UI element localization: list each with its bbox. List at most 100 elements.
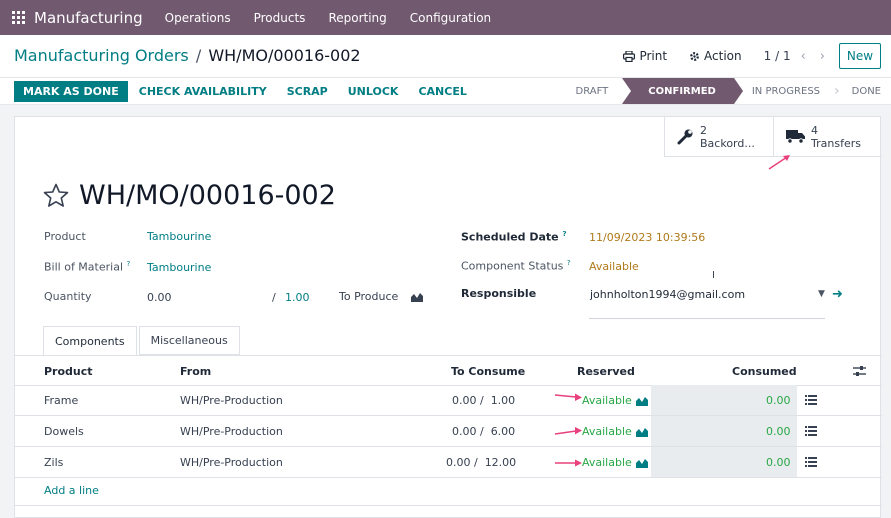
row-product[interactable]: Zils: [44, 456, 63, 469]
apps-grid-icon[interactable]: [12, 11, 25, 24]
forecast-chart-icon[interactable]: [635, 427, 648, 437]
action-buttons: MARK AS DONE CHECK AVAILABILITY SCRAP UN…: [14, 81, 476, 102]
column-from[interactable]: From: [180, 365, 211, 378]
row-reserved-text: Available: [582, 394, 632, 407]
forecast-chart-icon[interactable]: [411, 292, 423, 302]
help-icon: ?: [566, 259, 571, 267]
new-button[interactable]: New: [839, 43, 881, 69]
control-panel-right: Print Action 1 / 1 ‹ › New: [623, 43, 881, 69]
bom-value[interactable]: Tambourine: [147, 261, 211, 274]
menu-reporting[interactable]: Reporting: [328, 11, 386, 25]
row-product[interactable]: Frame: [44, 394, 78, 407]
backorders-smart-button[interactable]: 2 Backord...: [664, 117, 773, 157]
app-name[interactable]: Manufacturing: [34, 9, 143, 27]
breadcrumb: Manufacturing Orders / WH/MO/00016-002: [14, 46, 361, 65]
action-label: Action: [704, 49, 742, 63]
row-from[interactable]: WH/Pre-Production: [180, 425, 283, 438]
text-cursor-icon: I: [712, 270, 715, 281]
row-to-consume[interactable]: 0.00 / 6.00: [452, 425, 515, 438]
transfers-count: 4: [811, 123, 818, 137]
table-row[interactable]: Zils WH/Pre-Production 0.00 / 12.00 Avai…: [15, 447, 882, 478]
table-bottom-divider: [15, 505, 882, 506]
stage-in-progress[interactable]: IN PROGRESS: [734, 78, 834, 104]
breadcrumb-separator: /: [195, 46, 202, 65]
table-row[interactable]: Frame WH/Pre-Production 0.00 / 1.00 Avai…: [15, 385, 882, 416]
transfers-label: Transfers: [811, 136, 861, 150]
row-consumed[interactable]: 0.00: [766, 394, 791, 407]
product-value[interactable]: Tambourine: [147, 230, 211, 243]
top-navbar: Manufacturing Operations Products Report…: [0, 0, 891, 35]
dropdown-caret-icon[interactable]: ▼: [818, 289, 825, 299]
unlock-button[interactable]: UNLOCK: [348, 85, 399, 98]
quantity-separator: /: [272, 291, 276, 304]
row-to-consume[interactable]: 0.00 / 1.00: [452, 394, 515, 407]
row-consumed[interactable]: 0.00: [766, 425, 791, 438]
top-menu: Operations Products Reporting Configurat…: [165, 11, 515, 25]
internal-link-arrow-icon[interactable]: ➜: [832, 287, 843, 302]
pager-value[interactable]: 1 / 1: [764, 49, 791, 63]
optional-columns-icon[interactable]: [853, 365, 866, 377]
component-status-label-text: Component Status: [461, 259, 564, 273]
quantity-label: Quantity: [44, 290, 92, 303]
stage-draft[interactable]: DRAFT: [562, 78, 623, 104]
bom-label: Bill of Material ?: [44, 260, 130, 274]
row-from[interactable]: WH/Pre-Production: [180, 456, 283, 469]
column-to-consume[interactable]: To Consume: [451, 365, 525, 378]
form-sheet: 2 Backord... 4 Transfers WH/MO/00016-002…: [14, 116, 882, 518]
forecast-chart-icon[interactable]: [635, 458, 648, 468]
list-details-icon[interactable]: [805, 426, 817, 436]
tab-components[interactable]: Components: [43, 326, 137, 355]
responsible-value[interactable]: johnholton1994@gmail.com: [590, 288, 745, 301]
row-product[interactable]: Dowels: [44, 425, 84, 438]
row-reserved: Available: [582, 456, 648, 469]
add-a-line-link[interactable]: Add a line: [44, 484, 99, 497]
column-consumed[interactable]: Consumed: [732, 365, 797, 378]
stage-done[interactable]: DONE: [840, 78, 891, 104]
to-produce-label: To Produce: [339, 290, 399, 303]
bom-label-text: Bill of Material: [44, 260, 123, 274]
annotation-arrow-icon: [768, 155, 790, 170]
quantity-value[interactable]: 0.00: [147, 291, 172, 304]
column-product[interactable]: Product: [44, 365, 93, 378]
forecast-chart-icon[interactable]: [635, 396, 648, 406]
menu-configuration[interactable]: Configuration: [410, 11, 491, 25]
tab-miscellaneous[interactable]: Miscellaneous: [138, 326, 240, 355]
list-details-icon[interactable]: [805, 457, 817, 467]
scrap-button[interactable]: SCRAP: [287, 85, 328, 98]
row-reserved: Available: [582, 394, 648, 407]
mark-as-done-button[interactable]: MARK AS DONE: [14, 81, 128, 102]
pager-next-icon[interactable]: ›: [820, 49, 825, 64]
menu-operations[interactable]: Operations: [165, 11, 231, 25]
wrench-icon: [677, 129, 693, 145]
responsible-field[interactable]: [589, 302, 825, 319]
star-icon[interactable]: [43, 183, 69, 208]
menu-products[interactable]: Products: [254, 11, 306, 25]
help-icon: ?: [126, 260, 131, 268]
action-button[interactable]: Action: [689, 49, 742, 63]
breadcrumb-current: WH/MO/00016-002: [208, 46, 361, 65]
transfers-text: 4 Transfers: [811, 124, 861, 150]
annotation-arrow-icon: [554, 393, 582, 401]
responsible-label: Responsible: [461, 287, 537, 300]
row-from[interactable]: WH/Pre-Production: [180, 394, 283, 407]
breadcrumb-parent[interactable]: Manufacturing Orders: [14, 46, 189, 65]
scheduled-date-value[interactable]: 11/09/2023 10:39:56: [589, 231, 705, 244]
status-bar: MARK AS DONE CHECK AVAILABILITY SCRAP UN…: [0, 77, 891, 105]
column-reserved[interactable]: Reserved: [577, 365, 635, 378]
row-to-consume[interactable]: 0.00 / 12.00: [446, 456, 516, 469]
list-details-icon[interactable]: [805, 395, 817, 405]
product-label: Product: [44, 230, 86, 243]
row-reserved-text: Available: [582, 425, 632, 438]
pager-previous-icon[interactable]: ‹: [801, 49, 806, 64]
scheduled-date-label: Scheduled Date ?: [461, 230, 567, 244]
stage-confirmed[interactable]: CONFIRMED: [622, 78, 743, 104]
notebook-tabs: Components Miscellaneous: [43, 326, 242, 355]
backorders-count: 2: [700, 123, 707, 137]
cancel-button[interactable]: CANCEL: [418, 85, 466, 98]
row-consumed[interactable]: 0.00: [766, 456, 791, 469]
check-availability-button[interactable]: CHECK AVAILABILITY: [139, 85, 267, 98]
print-button[interactable]: Print: [623, 49, 667, 63]
table-row[interactable]: Dowels WH/Pre-Production 0.00 / 6.00 Ava…: [15, 416, 882, 447]
annotation-arrow-icon: [555, 459, 582, 467]
scheduled-date-label-text: Scheduled Date: [461, 230, 559, 244]
